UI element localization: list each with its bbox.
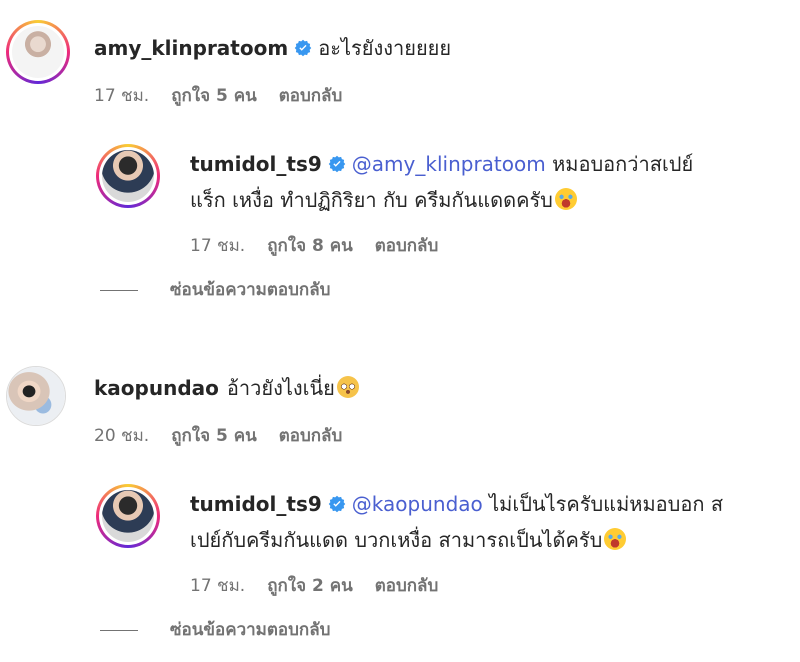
username-link[interactable]: kaopundao [94,376,219,400]
comment-text: แร็ก เหงื่อ ทำปฏิกิริยา กับ ครีมกันแดดคร… [190,188,553,212]
comment-text: เปย์กับครีมกันแดด บวกเหงื่อ สามารถเป็นได… [190,528,603,552]
verified-badge-icon [294,39,312,57]
comment-text-line: tumidol_ts9 @amy_klinpratoom หมอบอกว่าสเป… [190,150,693,178]
timestamp: 17 ชม. [190,576,246,596]
comment-text-line: แร็ก เหงื่อ ทำปฏิกิริยา กับ ครีมกันแดดคร… [190,186,577,214]
timestamp: 20 ชม. [94,426,150,446]
username-link[interactable]: tumidol_ts9 [190,152,322,176]
reply-button[interactable]: ตอบกลับ [375,576,439,596]
avatar[interactable] [6,366,66,426]
username-link[interactable]: tumidol_ts9 [190,492,322,516]
avatar[interactable] [6,20,70,84]
timestamp: 17 ชม. [190,236,246,256]
verified-badge-icon [328,155,346,173]
comment-meta: 20 ชม. ถูกใจ 5 คน ตอบกลับ [94,422,364,449]
mention-link[interactable]: @kaopundao [352,492,483,516]
comment-text: อะไรยังงายยยย [318,36,452,60]
like-count[interactable]: ถูกใจ 5 คน [171,426,257,446]
verified-badge-icon [328,495,346,513]
username-link[interactable]: amy_klinpratoom [94,36,288,60]
avatar[interactable] [96,484,160,548]
hide-replies-label: ซ่อนข้อความตอบกลับ [170,620,331,640]
mention-link[interactable]: @amy_klinpratoom [352,152,546,176]
comment-meta: 17 ชม. ถูกใจ 2 คน ตอบกลับ [190,572,460,599]
reply-button[interactable]: ตอบกลับ [279,426,343,446]
comment-text-line: amy_klinpratoom อะไรยังงายยยย [94,34,451,62]
hide-replies-button[interactable]: ซ่อนข้อความตอบกลับ [100,616,330,643]
comment-text: อ้าวยังไงเนี่ย [226,376,335,400]
like-count[interactable]: ถูกใจ 8 คน [267,236,353,256]
timestamp: 17 ชม. [94,86,150,106]
reply-button[interactable]: ตอบกลับ [375,236,439,256]
avatar[interactable] [96,144,160,208]
hide-replies-label: ซ่อนข้อความตอบกลับ [170,280,331,300]
hide-replies-button[interactable]: ซ่อนข้อความตอบกลับ [100,276,330,303]
reply-button[interactable]: ตอบกลับ [279,86,343,106]
comment-meta: 17 ชม. ถูกใจ 5 คน ตอบกลับ [94,82,364,109]
like-count[interactable]: ถูกใจ 2 คน [267,576,353,596]
comment-text-line: เปย์กับครีมกันแดด บวกเหงื่อ สามารถเป็นได… [190,526,627,554]
like-count[interactable]: ถูกใจ 5 คน [171,86,257,106]
divider [100,289,138,291]
laughing-emoji-icon [554,188,577,210]
divider [100,629,138,631]
comment-meta: 17 ชม. ถูกใจ 8 คน ตอบกลับ [190,232,460,259]
comment-text-line: tumidol_ts9 @kaopundao ไม่เป็นไรครับแม่หม… [190,490,723,518]
pleading-face-emoji-icon [336,376,359,398]
comment-text: ไม่เป็นไรครับแม่หมอบอก ส [482,492,724,516]
comment-text: หมอบอกว่าสเปย์ [545,152,694,176]
laughing-emoji-icon [604,528,627,550]
comment-text-line: kaopundao อ้าวยังไงเนี่ย [94,374,359,402]
